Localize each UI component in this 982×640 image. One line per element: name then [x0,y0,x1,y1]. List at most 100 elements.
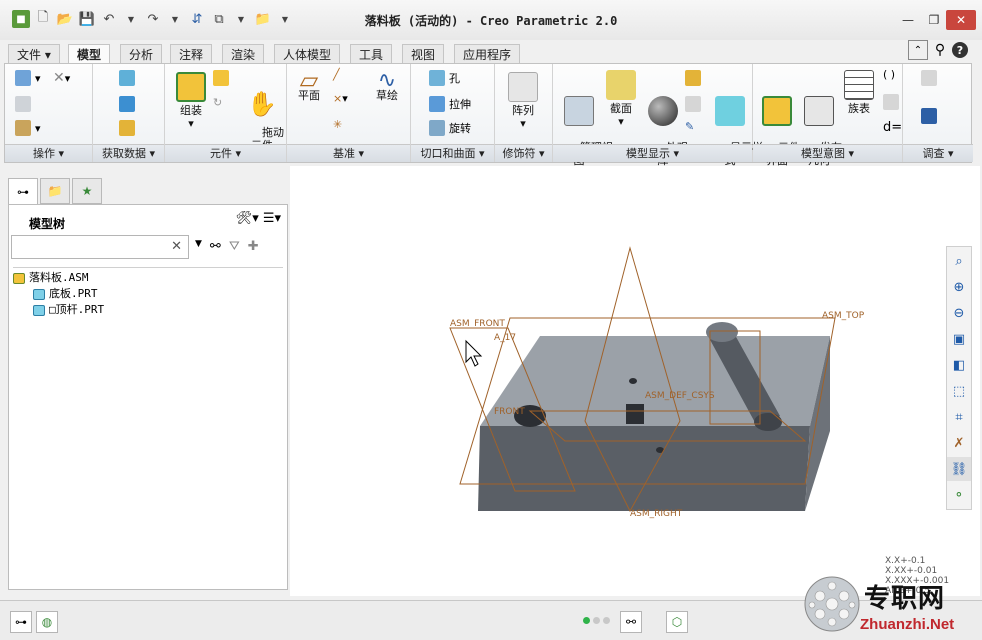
plane-button[interactable]: ▱ 平面 [291,68,327,102]
tab-view[interactable]: 视图 [402,44,445,64]
publish-geometry-button[interactable]: 发布 几何 [799,70,842,180]
group-label-operations[interactable]: 操作 ▾ [5,144,92,162]
zoom-out-icon[interactable]: ⊖ [947,301,971,325]
annotation-display-icon[interactable]: ⛓ [947,457,971,481]
tab-annotate[interactable]: 注释 [170,44,213,64]
tab-render[interactable]: 渲染 [222,44,265,64]
manage-views-button[interactable]: 管理视 图 [559,70,613,180]
dropdown-icon[interactable]: ▼ [195,239,202,254]
regenerate-button[interactable]: ▾ [15,70,41,86]
switch-dimensions-icon [883,94,899,110]
search-input[interactable] [12,236,162,258]
family-table-button[interactable]: 族表 [841,70,877,115]
tab-favorites[interactable]: ★ [72,178,102,204]
group-label-model-display[interactable]: 模型显示 ▾ [553,144,752,162]
selection-filter-button[interactable]: ⬡ [666,611,688,633]
group-label-model-intent[interactable]: 模型意图 ▾ [753,144,902,162]
tree-item-assembly[interactable]: 落料板.ASM [13,270,283,286]
point-button[interactable]: × ▾ [333,92,348,105]
saved-orientations-icon[interactable]: ⬚ [947,379,971,403]
find-binoculars-icon[interactable]: ⚯ [210,239,221,254]
group-label-investigate[interactable]: 调查 ▾ [903,144,973,162]
sketch-button[interactable]: ∿ 草绘 [369,70,405,103]
axis-button[interactable]: ╱ [333,68,340,81]
assemble-button[interactable]: 组装 ▾ [171,72,211,130]
repaint-icon[interactable]: ▣ [947,327,971,351]
revolve-button[interactable]: 旋转 [429,120,471,136]
pattern-button[interactable]: 阵列 ▾ [503,72,543,130]
zoom-in-icon[interactable]: ⊕ [947,275,971,299]
component-interface-button[interactable]: 元件 界面 [757,70,800,180]
ribbon-right-tools: ⌃ ⚲ ? [906,40,968,60]
parameters-button[interactable]: ( ) [883,68,895,81]
minimize-ribbon-icon[interactable]: ⌃ [908,40,928,60]
extrude-button[interactable]: 拉伸 [429,96,471,112]
delete-button[interactable]: ✕ ▾ [53,70,70,86]
copy-geometry-button[interactable] [119,70,139,86]
tree-item-part[interactable]: 底板.PRT [13,286,283,302]
relations-button[interactable]: d= [883,120,902,135]
group-label-cut-surface[interactable]: 切口和曲面 ▾ [411,144,494,162]
show-icon[interactable]: ☰▾ [263,211,281,226]
section-button[interactable]: 截面 ▾ [603,70,639,128]
help-icon[interactable]: ? [952,42,968,58]
filter-icon[interactable]: ⛛ [229,239,240,254]
show-browser-button[interactable]: ◍ [36,611,58,633]
perspective-button[interactable]: ✎ [685,120,694,133]
display-list-button[interactable] [685,96,705,112]
shrinkwrap-button[interactable] [119,120,139,136]
tab-analysis[interactable]: 分析 [120,44,163,64]
part-icon [33,304,45,316]
repeat-button[interactable]: ↻ [213,96,222,109]
add-icon[interactable]: ✚ [248,239,259,254]
tree-item-part[interactable]: □顶杆.PRT [13,302,283,318]
tab-folder-browser[interactable]: 📁 [40,178,70,204]
settings-tools-icon[interactable]: 🛠▾ [236,211,259,226]
watermark: 专职网 Zhuanzhi.Net [802,572,978,638]
display-chart-button[interactable] [685,70,705,86]
spin-center-icon[interactable]: ⚬ [947,483,971,507]
reference-viewer-button[interactable] [921,108,941,124]
copy-button[interactable] [15,96,35,112]
plate-front-face [478,426,810,511]
switch-dimensions-button[interactable] [883,94,903,110]
close-button[interactable]: ✕ [946,10,976,30]
maximize-button[interactable]: ❐ [922,10,946,30]
show-navigator-button[interactable]: ⊶ [10,611,32,633]
display-style-button[interactable]: 显示样 式 [709,70,763,180]
hand-drag-icon: ✋ [247,90,277,118]
view-manager-icon[interactable]: ⌗ [947,405,971,429]
merge-button[interactable] [119,96,139,112]
paste-icon [15,120,31,136]
close-icon[interactable]: ✕ [171,239,182,254]
group-label-text: 修饰符 [502,147,536,160]
group-label-component[interactable]: 元件 ▾ [165,144,286,162]
group-label-modifiers[interactable]: 修饰符 ▾ [495,144,552,162]
search-icon[interactable]: ⚲ [930,40,950,60]
revolve-icon [429,120,445,136]
group-label-text: 基准 [332,147,355,160]
axis-icon: ╱ [333,68,340,81]
graphics-window[interactable]: ASM_FRONT A_17 ASM_TOP FRONT ASM_DEF_CSY… [290,166,980,596]
paste-button[interactable]: ▾ [15,120,41,136]
create-component-button[interactable] [213,70,233,86]
tab-manikin[interactable]: 人体模型 [274,44,341,64]
group-label-get-data[interactable]: 获取数据 ▾ [93,144,164,162]
minimize-button[interactable]: — [896,10,920,30]
appearance-gallery-button[interactable]: 外观 库 [645,70,688,180]
csys-button[interactable]: ✳ [333,118,342,131]
tab-file[interactable]: 文件 ▾ [8,44,60,64]
group-label-datum[interactable]: 基准 ▾ [287,144,410,162]
tab-tools[interactable]: 工具 [350,44,393,64]
model-tree: 落料板.ASM 底板.PRT □顶杆.PRT [13,267,283,318]
status-dot [593,617,600,624]
find-button[interactable]: ⚯ [620,611,642,633]
tab-applications[interactable]: 应用程序 [454,44,521,64]
tab-model-tree[interactable]: ⊶ [8,178,38,204]
hole-button[interactable]: 孔 [429,70,460,86]
refit-icon[interactable]: ⌕ [947,249,971,273]
tab-model[interactable]: 模型 [68,44,111,65]
bill-of-materials-button[interactable] [921,70,941,86]
display-style-icon[interactable]: ◧ [947,353,971,377]
datum-display-filters-icon[interactable]: ✗ [947,431,971,455]
